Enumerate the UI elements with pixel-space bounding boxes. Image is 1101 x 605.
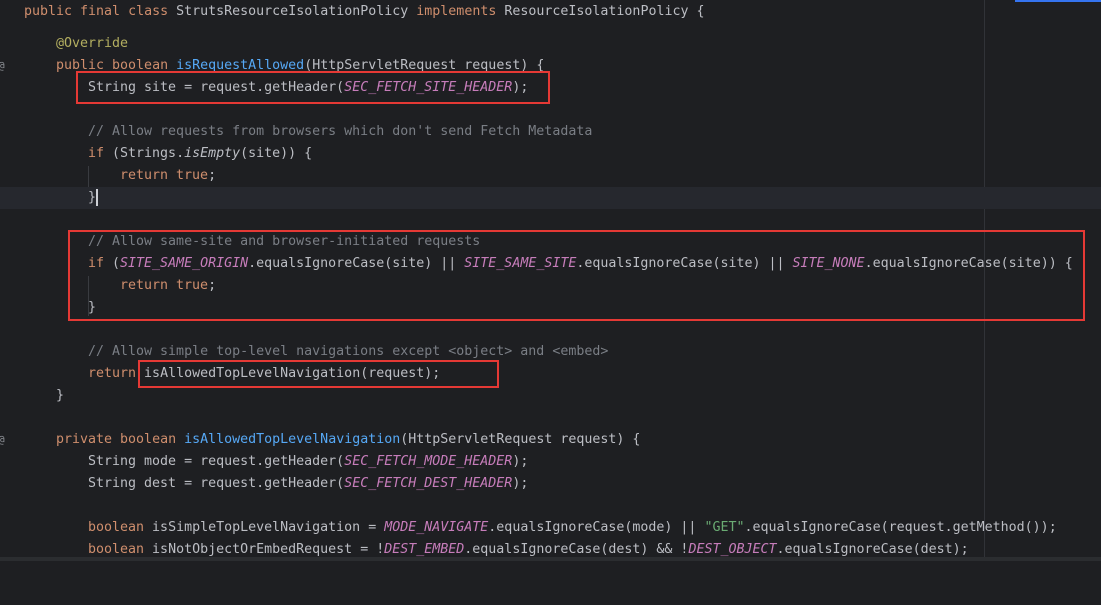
code-text: (HttpServletRequest request) { bbox=[400, 432, 641, 447]
constant: DEST_OBJECT bbox=[688, 542, 777, 557]
code-text: } bbox=[88, 190, 97, 205]
constant: MODE_NAVIGATE bbox=[384, 520, 489, 535]
keyword: private boolean bbox=[56, 432, 185, 447]
text-caret bbox=[96, 189, 98, 206]
code-text: } bbox=[56, 388, 65, 403]
code-text: .equalsIgnoreCase(dest); bbox=[776, 542, 969, 557]
code-line[interactable]: // Allow requests from browsers which do… bbox=[0, 121, 1101, 143]
highlight-box-site-header bbox=[76, 71, 550, 104]
keyword: return true bbox=[120, 168, 209, 183]
code-line[interactable]: if (Strings.isEmpty(site)) { bbox=[0, 143, 1101, 165]
code-text: .equalsIgnoreCase(dest) && ! bbox=[464, 542, 689, 557]
constant: SEC_FETCH_DEST_HEADER bbox=[344, 476, 513, 491]
code-text: (site)) { bbox=[240, 146, 313, 161]
code-text: isSimpleTopLevelNavigation = bbox=[144, 520, 385, 535]
annotation: @Override bbox=[56, 36, 129, 51]
code-text: ; bbox=[208, 168, 217, 183]
code-line[interactable]: boolean isSimpleTopLevelNavigation = MOD… bbox=[0, 517, 1101, 539]
code-line[interactable]: String mode = request.getHeader(SEC_FETC… bbox=[0, 451, 1101, 473]
code-text: isNotObjectOrEmbedRequest = ! bbox=[144, 542, 385, 557]
current-code-line[interactable]: } bbox=[0, 187, 1101, 209]
override-marker-icon[interactable]: @ bbox=[0, 55, 10, 77]
constant: SEC_FETCH_MODE_HEADER bbox=[344, 454, 513, 469]
code-line[interactable]: String dest = request.getHeader(SEC_FETC… bbox=[0, 473, 1101, 495]
override-marker-icon[interactable]: @ bbox=[0, 429, 10, 451]
code-text: ); bbox=[512, 454, 529, 469]
keyword: boolean bbox=[88, 520, 145, 535]
code-editor[interactable]: public final class StrutsResourceIsolati… bbox=[0, 0, 1101, 561]
code-line[interactable]: @ private boolean isAllowedTopLevelNavig… bbox=[0, 429, 1101, 451]
code-text: .equalsIgnoreCase(mode) || bbox=[488, 520, 705, 535]
keyword: implements bbox=[416, 4, 497, 19]
keyword: if bbox=[88, 146, 105, 161]
code-text: ); bbox=[512, 476, 529, 491]
string-literal: "GET" bbox=[704, 520, 745, 535]
code-line[interactable]: public final class StrutsResourceIsolati… bbox=[0, 1, 1101, 23]
constant: DEST_EMBED bbox=[384, 542, 465, 557]
highlight-box-top-level-navigation bbox=[138, 360, 499, 388]
code-text: String mode = request.getHeader( bbox=[88, 454, 345, 469]
keyword: public final class bbox=[24, 4, 169, 19]
code-line[interactable]: } bbox=[0, 385, 1101, 407]
class-name: StrutsResourceIsolationPolicy bbox=[168, 4, 417, 19]
keyword: return bbox=[88, 366, 137, 381]
code-text: .equalsIgnoreCase(request.getMethod()); bbox=[744, 520, 1057, 535]
method-name: isAllowedTopLevelNavigation bbox=[184, 432, 401, 447]
comment: // Allow simple top-level navigations ex… bbox=[88, 344, 609, 359]
code-text: ResourceIsolationPolicy { bbox=[496, 4, 705, 19]
horizontal-scrollbar[interactable] bbox=[0, 557, 1101, 561]
code-text: String dest = request.getHeader( bbox=[88, 476, 345, 491]
keyword: boolean bbox=[88, 542, 145, 557]
static-method: isEmpty bbox=[184, 146, 241, 161]
comment: // Allow requests from browsers which do… bbox=[88, 124, 593, 139]
code-line[interactable]: return true; bbox=[0, 165, 1101, 187]
code-text: (Strings. bbox=[104, 146, 185, 161]
highlight-box-same-site-check bbox=[68, 230, 1085, 321]
code-line[interactable]: @Override bbox=[0, 33, 1101, 55]
